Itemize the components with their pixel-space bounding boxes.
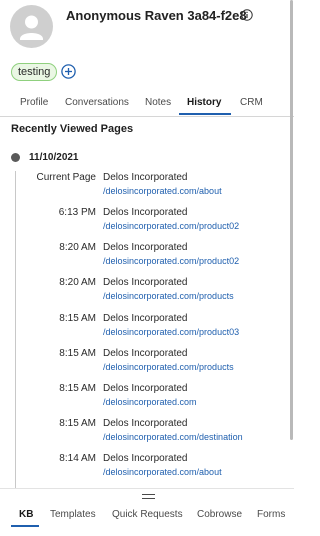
active-bottom-tab-indicator xyxy=(11,525,39,527)
plus-circle-icon[interactable] xyxy=(61,64,76,79)
entry-url-link[interactable]: /delosincorporated.com xyxy=(103,397,197,407)
bottom-tool-bar: KB Templates Quick Requests Cobrowse For… xyxy=(0,488,294,536)
timeline-date: 11/10/2021 xyxy=(29,152,79,163)
entry-time: 8:15 AM xyxy=(59,348,96,359)
entry-time: 6:13 PM xyxy=(58,207,96,218)
panel-scrollbar[interactable] xyxy=(290,0,293,440)
entry-url-link[interactable]: /delosincorporated.com/about xyxy=(103,186,222,196)
entry-time: 8:15 AM xyxy=(59,313,96,324)
entry-time: 8:14 AM xyxy=(59,453,96,464)
history-entry: 8:15 AM Delos Incorporated /delosincorpo… xyxy=(0,418,294,450)
tab-history[interactable]: History xyxy=(187,97,221,108)
history-entry: Current Page Delos Incorporated /delosin… xyxy=(0,172,294,204)
tab-notes[interactable]: Notes xyxy=(145,97,171,108)
entry-url-link[interactable]: /delosincorporated.com/product02 xyxy=(103,256,239,266)
history-entry: 8:20 AM Delos Incorporated /delosincorpo… xyxy=(0,277,294,309)
entry-time: 8:15 AM xyxy=(59,418,96,429)
history-entry: 8:15 AM Delos Incorporated /delosincorpo… xyxy=(0,383,294,415)
user-avatar-icon xyxy=(10,5,53,48)
active-tab-indicator xyxy=(179,113,231,115)
visitor-header: Anonymous Raven 3a84-f2e8 xyxy=(0,0,294,56)
profile-tabs: Profile Conversations Notes History CRM xyxy=(0,92,294,117)
entry-time: 8:20 AM xyxy=(59,277,96,288)
history-entry: 8:14 AM Delos Incorporated /delosincorpo… xyxy=(0,453,294,485)
history-entry: 6:13 PM Delos Incorporated /delosincorpo… xyxy=(0,207,294,239)
entry-time: 8:20 AM xyxy=(59,242,96,253)
entry-title: Delos Incorporated xyxy=(103,348,188,359)
entry-url-link[interactable]: /delosincorporated.com/destination xyxy=(103,432,243,442)
section-title: Recently Viewed Pages xyxy=(11,123,134,135)
visitor-panel: Anonymous Raven 3a84-f2e8 testing Profil… xyxy=(0,0,294,536)
tab-profile[interactable]: Profile xyxy=(20,97,48,108)
bottom-tab-templates[interactable]: Templates xyxy=(50,509,96,520)
history-timeline: 11/10/2021 Current Page Delos Incorporat… xyxy=(0,145,294,490)
bottom-tab-cobrowse[interactable]: Cobrowse xyxy=(197,509,242,520)
bottom-tab-quick-requests[interactable]: Quick Requests xyxy=(112,509,183,520)
tab-crm[interactable]: CRM xyxy=(240,97,263,108)
entry-title: Delos Incorporated xyxy=(103,277,188,288)
entry-time: Current Page xyxy=(36,172,96,183)
drag-handle-icon[interactable] xyxy=(142,494,155,500)
entry-title: Delos Incorporated xyxy=(103,172,188,183)
tab-conversations[interactable]: Conversations xyxy=(65,97,129,108)
history-entry: 8:15 AM Delos Incorporated /delosincorpo… xyxy=(0,348,294,380)
tag-pill-testing[interactable]: testing xyxy=(11,63,58,81)
info-icon[interactable] xyxy=(241,9,253,21)
timeline-dot xyxy=(11,153,20,162)
entry-url-link[interactable]: /delosincorporated.com/products xyxy=(103,362,234,372)
entry-title: Delos Incorporated xyxy=(103,242,188,253)
entry-title: Delos Incorporated xyxy=(103,383,188,394)
entry-url-link[interactable]: /delosincorporated.com/products xyxy=(103,291,234,301)
history-entry: 8:15 AM Delos Incorporated /delosincorpo… xyxy=(0,313,294,345)
entry-url-link[interactable]: /delosincorporated.com/product02 xyxy=(103,221,239,231)
entry-title: Delos Incorporated xyxy=(103,313,188,324)
entry-time: 8:15 AM xyxy=(59,383,96,394)
bottom-tab-kb[interactable]: KB xyxy=(19,509,33,520)
entry-title: Delos Incorporated xyxy=(103,207,188,218)
entry-title: Delos Incorporated xyxy=(103,418,188,429)
visitor-name: Anonymous Raven 3a84-f2e8 xyxy=(66,8,247,23)
entry-url-link[interactable]: /delosincorporated.com/about xyxy=(103,467,222,477)
entry-url-link[interactable]: /delosincorporated.com/product03 xyxy=(103,327,239,337)
history-entry: 8:20 AM Delos Incorporated /delosincorpo… xyxy=(0,242,294,274)
bottom-tab-forms[interactable]: Forms xyxy=(257,509,285,520)
entry-title: Delos Incorporated xyxy=(103,453,188,464)
